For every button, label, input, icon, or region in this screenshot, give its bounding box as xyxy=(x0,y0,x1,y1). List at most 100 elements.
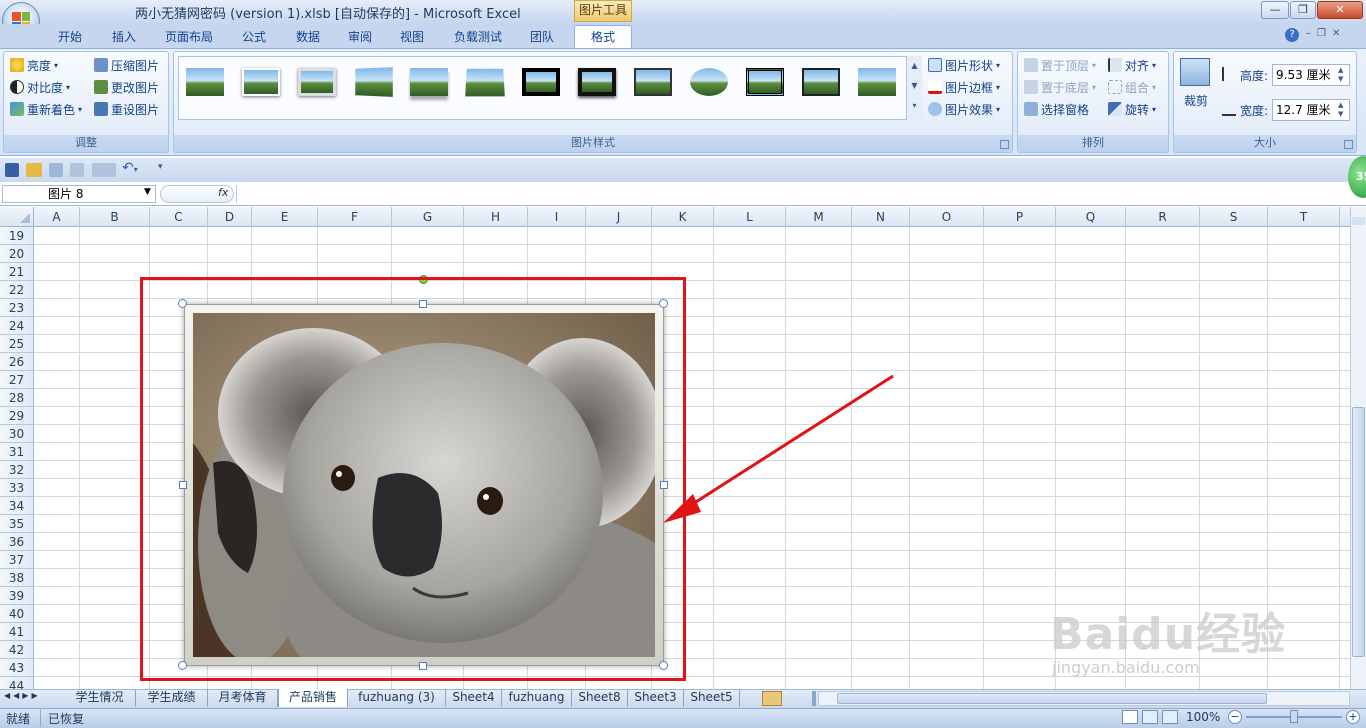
save-icon[interactable] xyxy=(5,163,19,177)
sheet-tab-5[interactable]: Sheet4 xyxy=(446,689,502,707)
zoom-level[interactable]: 100% xyxy=(1186,710,1220,724)
row-header-40[interactable]: 40 xyxy=(0,605,34,623)
print-preview-icon[interactable] xyxy=(49,163,63,177)
restore-button[interactable]: ❐ xyxy=(1290,1,1316,19)
sheet-tab-6[interactable]: fuzhuang xyxy=(502,689,572,707)
column-header-r[interactable]: R xyxy=(1126,207,1200,227)
row-header-24[interactable]: 24 xyxy=(0,317,34,335)
column-header-q[interactable]: Q xyxy=(1056,207,1126,227)
name-box[interactable]: 图片 8 xyxy=(2,185,156,203)
reset-picture-button[interactable]: 重设图片 xyxy=(94,99,159,119)
picture-shape-button[interactable]: 图片形状 ▾ xyxy=(928,55,1000,75)
gallery-scrollbar[interactable]: ▲ ▼ ▾ xyxy=(906,56,922,120)
minimize-button[interactable]: — xyxy=(1261,1,1289,19)
horizontal-scroll-thumb[interactable] xyxy=(837,693,1267,704)
tab-team[interactable]: 团队 xyxy=(522,28,562,48)
styles-dialog-launcher[interactable] xyxy=(1000,140,1009,149)
row-header-26[interactable]: 26 xyxy=(0,353,34,371)
row-header-20[interactable]: 20 xyxy=(0,245,34,263)
column-header-e[interactable]: E xyxy=(252,207,318,227)
recolor-button[interactable]: 重新着色 ▾ xyxy=(10,99,82,119)
zoom-in-icon[interactable]: + xyxy=(1346,710,1360,724)
column-header-j[interactable]: J xyxy=(586,207,652,227)
customize-qat-icon[interactable]: ▾ xyxy=(158,162,168,176)
vertical-scroll-thumb[interactable] xyxy=(1352,407,1365,657)
sheet-tab-4[interactable]: fuzhuang (3) xyxy=(348,689,446,707)
column-header-l[interactable]: L xyxy=(714,207,786,227)
page-layout-view-icon[interactable] xyxy=(1142,710,1158,724)
tab-split-handle[interactable] xyxy=(812,691,816,706)
row-header-30[interactable]: 30 xyxy=(0,425,34,443)
row-header-42[interactable]: 42 xyxy=(0,641,34,659)
row-header-41[interactable]: 41 xyxy=(0,623,34,641)
style-thumb-2[interactable] xyxy=(238,62,284,102)
style-thumb-7[interactable] xyxy=(518,62,564,102)
page-break-view-icon[interactable] xyxy=(1162,710,1178,724)
crop-button[interactable]: 裁剪 xyxy=(1180,92,1212,108)
workbook-window-controls[interactable]: –❐✕ xyxy=(1306,28,1358,42)
style-thumb-10[interactable] xyxy=(686,62,732,102)
column-header-a[interactable]: A xyxy=(34,207,80,227)
column-header-n[interactable]: N xyxy=(852,207,910,227)
column-header-m[interactable]: M xyxy=(786,207,852,227)
style-thumb-4[interactable] xyxy=(350,62,396,102)
column-header-o[interactable]: O xyxy=(910,207,984,227)
style-thumb-12[interactable] xyxy=(798,62,844,102)
zoom-slider-thumb[interactable] xyxy=(1290,710,1298,723)
column-header-k[interactable]: K xyxy=(652,207,714,227)
sheet-tab-7[interactable]: Sheet8 xyxy=(572,689,628,707)
column-header-i[interactable]: I xyxy=(528,207,586,227)
style-thumb-11[interactable] xyxy=(742,62,788,102)
tab-insert[interactable]: 插入 xyxy=(104,28,144,48)
style-thumb-13[interactable] xyxy=(854,62,900,102)
row-header-37[interactable]: 37 xyxy=(0,551,34,569)
format-painter-icon[interactable] xyxy=(70,163,84,177)
align-button[interactable]: 对齐 ▾ xyxy=(1108,55,1156,75)
row-header-35[interactable]: 35 xyxy=(0,515,34,533)
column-header-c[interactable]: C xyxy=(150,207,208,227)
size-dialog-launcher[interactable] xyxy=(1344,140,1353,149)
row-header-32[interactable]: 32 xyxy=(0,461,34,479)
row-header-23[interactable]: 23 xyxy=(0,299,34,317)
picture-effects-button[interactable]: 图片效果 ▾ xyxy=(928,99,1000,119)
column-header-b[interactable]: B xyxy=(80,207,150,227)
sheet-tab-1[interactable]: 学生成绩 xyxy=(136,689,208,707)
open-folder-icon[interactable] xyxy=(26,163,42,177)
column-header-d[interactable]: D xyxy=(208,207,252,227)
column-header-t[interactable]: T xyxy=(1268,207,1340,227)
sheet-tab-0[interactable]: 学生情况 xyxy=(64,689,136,707)
row-header-31[interactable]: 31 xyxy=(0,443,34,461)
row-header-28[interactable]: 28 xyxy=(0,389,34,407)
sheet-tab-8[interactable]: Sheet3 xyxy=(628,689,684,707)
help-icon[interactable]: ? xyxy=(1285,28,1299,42)
send-to-back-button[interactable]: 置于底层 ▾ xyxy=(1024,77,1096,97)
brightness-button[interactable]: 亮度 ▾ xyxy=(10,55,58,75)
tab-view[interactable]: 视图 xyxy=(392,28,432,48)
tab-page-layout[interactable]: 页面布局 xyxy=(158,28,220,48)
style-thumb-5[interactable] xyxy=(406,62,452,102)
row-header-39[interactable]: 39 xyxy=(0,587,34,605)
row-header-33[interactable]: 33 xyxy=(0,479,34,497)
row-header-27[interactable]: 27 xyxy=(0,371,34,389)
row-header-38[interactable]: 38 xyxy=(0,569,34,587)
group-button[interactable]: 组合 ▾ xyxy=(1108,77,1156,97)
tab-review[interactable]: 审阅 xyxy=(340,28,380,48)
row-header-22[interactable]: 22 xyxy=(0,281,34,299)
style-thumb-8[interactable] xyxy=(574,62,620,102)
row-header-29[interactable]: 29 xyxy=(0,407,34,425)
insert-function-icon[interactable]: fx xyxy=(218,186,228,199)
sheet-tab-9[interactable]: Sheet5 xyxy=(684,689,740,707)
row-header-36[interactable]: 36 xyxy=(0,533,34,551)
formula-input[interactable] xyxy=(236,185,1346,203)
column-header-h[interactable]: H xyxy=(464,207,528,227)
undo-icon[interactable]: ↶▾ xyxy=(122,160,150,178)
row-header-19[interactable]: 19 xyxy=(0,227,34,245)
contrast-button[interactable]: 对比度 ▾ xyxy=(10,77,70,97)
rotate-button[interactable]: 旋转 ▾ xyxy=(1108,99,1156,119)
sheet-tab-2[interactable]: 月考体育 xyxy=(208,689,278,707)
column-header-f[interactable]: F xyxy=(318,207,392,227)
select-all-corner[interactable] xyxy=(0,207,34,227)
horizontal-scrollbar[interactable] xyxy=(818,691,1350,706)
tab-format[interactable]: 格式 xyxy=(574,25,632,49)
column-header-g[interactable]: G xyxy=(392,207,464,227)
